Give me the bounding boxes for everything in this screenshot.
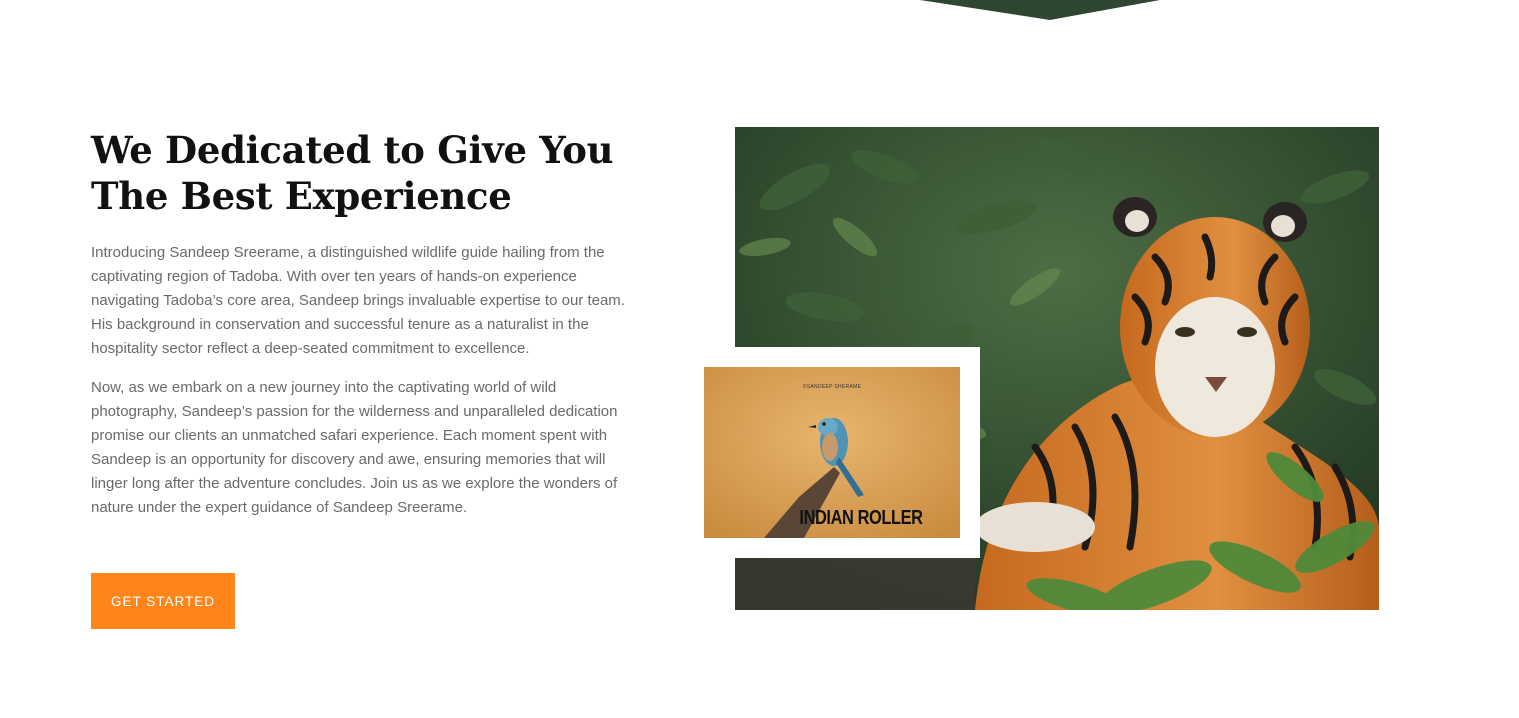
photo-caption: INDIAN ROLLER xyxy=(799,507,923,529)
section-divider-chevron xyxy=(920,0,1160,20)
intro-paragraph: Introducing Sandeep Sreerame, a distingu… xyxy=(91,244,625,357)
indian-roller-photo: ©SANDEEP SHERAME INDIAN ROLLER xyxy=(704,367,960,538)
heading-line-1: We Dedicated to Give You xyxy=(91,128,614,172)
photo-credit: ©SANDEEP SHERAME xyxy=(802,384,862,390)
section-heading: We Dedicated to Give You The Best Experi… xyxy=(91,127,631,219)
heading-line-2: The Best Experience xyxy=(91,174,512,218)
get-started-button[interactable]: GET STARTED xyxy=(91,573,235,629)
journey-paragraph: Now, as we embark on a new journey into … xyxy=(91,379,618,516)
inset-photo-frame: ©SANDEEP SHERAME INDIAN ROLLER xyxy=(704,347,980,558)
about-section: We Dedicated to Give You The Best Experi… xyxy=(91,127,631,535)
